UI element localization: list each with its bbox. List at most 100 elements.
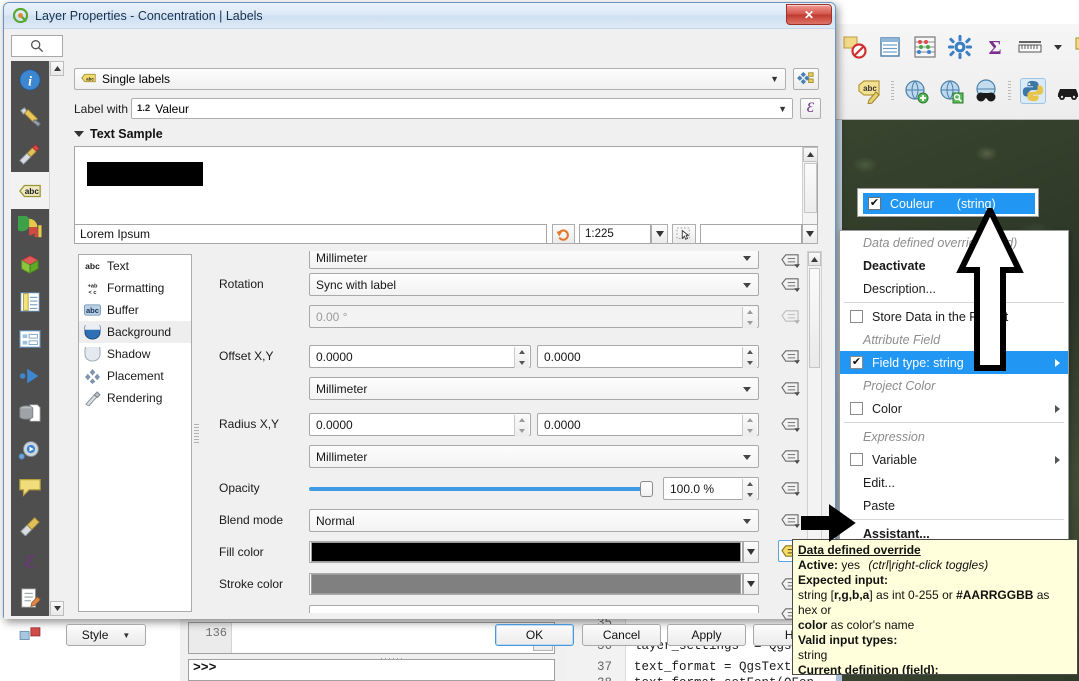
text-sample-header[interactable]: Text Sample	[74, 127, 163, 141]
menu-item-deactivate[interactable]: Deactivate	[840, 254, 1068, 277]
radius-x-spinbox[interactable]: 0.0000	[309, 413, 531, 436]
labeling-mode-combo[interactable]: abc Single labels ▼	[74, 68, 786, 90]
ok-button[interactable]: OK	[495, 624, 574, 646]
menu-item-field-type-string[interactable]: ✔ Field type: string	[840, 351, 1068, 374]
rail-item-fields[interactable]	[11, 283, 49, 320]
category-item-rendering[interactable]: Rendering	[79, 387, 191, 409]
rail-item-display[interactable]	[11, 468, 49, 505]
rail-item-joins[interactable]	[11, 357, 49, 394]
reset-sample-button[interactable]	[552, 224, 575, 244]
scale-dropdown-button[interactable]	[651, 224, 669, 244]
rail-item-3d-view[interactable]	[11, 246, 49, 283]
rail-item-attributes-form[interactable]	[11, 320, 49, 357]
fill-color-dropdown[interactable]	[743, 541, 759, 563]
panel-splitter[interactable]	[194, 424, 199, 444]
rail-item-variables[interactable]: Ɛ	[11, 542, 49, 579]
rail-item-symbology[interactable]	[11, 135, 49, 172]
radius-y-stepper[interactable]	[742, 415, 757, 436]
checkbox-icon[interactable]	[850, 310, 863, 323]
ddo-rotation-angle-button[interactable]	[778, 305, 802, 327]
ddo-blend-mode-button[interactable]	[778, 509, 802, 531]
form-scroll-up-button[interactable]	[808, 252, 821, 266]
automated-placement-button[interactable]	[793, 68, 819, 90]
offset-y-stepper[interactable]	[742, 347, 757, 368]
sample-scroll-up-button[interactable]	[803, 147, 818, 162]
ddo-size-unit-button[interactable]	[778, 249, 802, 271]
ddo-offset-unit-button[interactable]	[778, 377, 802, 399]
map-tip-icon[interactable]	[1073, 34, 1079, 60]
rail-item-auxiliary-storage[interactable]	[11, 394, 49, 431]
blend-mode-combo[interactable]: Normal	[309, 509, 759, 532]
category-item-background[interactable]: Background	[79, 321, 191, 343]
globe-binoculars-icon[interactable]	[973, 78, 999, 104]
menu-item-store-data-in-project[interactable]: Store Data in the Project	[840, 305, 1068, 328]
category-item-buffer[interactable]: abc Buffer	[79, 299, 191, 321]
radius-x-stepper[interactable]	[514, 415, 529, 436]
pick-scale-from-map-button[interactable]	[672, 224, 696, 244]
sample-scale-value[interactable]: 1:225	[579, 224, 651, 244]
ddo-radius-button[interactable]	[778, 413, 802, 435]
globe-add-icon[interactable]	[903, 78, 929, 104]
sample-extra-dropdown[interactable]	[801, 224, 819, 244]
stroke-width-spinbox[interactable]	[309, 605, 759, 613]
globe-search-icon[interactable]	[938, 78, 964, 104]
menu-item-edit[interactable]: Edit...	[840, 471, 1068, 494]
rail-item-rendering[interactable]	[11, 505, 49, 542]
ddo-radius-unit-button[interactable]	[778, 445, 802, 467]
sample-scroll-thumb[interactable]	[804, 163, 817, 213]
opacity-slider[interactable]	[309, 477, 653, 500]
rail-item-information[interactable]: i	[11, 61, 49, 98]
apply-button[interactable]: Apply	[667, 624, 746, 646]
menu-item-color[interactable]: Color	[840, 397, 1068, 420]
category-item-shadow[interactable]: Shadow	[79, 343, 191, 365]
menu-item-variable[interactable]: Variable	[840, 448, 1068, 471]
checkbox-icon[interactable]	[850, 402, 863, 415]
checkbox-checked-icon[interactable]: ✔	[850, 356, 863, 369]
field-submenu-item-couleur[interactable]: ✔ Couleur (string)	[863, 193, 1035, 214]
search-input[interactable]	[11, 35, 63, 57]
expression-builder-button[interactable]: Ɛ	[800, 98, 821, 119]
menu-item-paste[interactable]: Paste	[840, 494, 1068, 517]
rail-scroll-up-button[interactable]	[50, 61, 64, 76]
ddo-rotation-button[interactable]	[778, 273, 802, 295]
car-icon[interactable]	[1055, 78, 1079, 104]
attribute-table-icon[interactable]	[877, 34, 903, 60]
abacus-statistics-icon[interactable]	[912, 34, 938, 60]
python-console-input[interactable]	[188, 659, 555, 681]
radius-unit-combo[interactable]: Millimeter	[309, 445, 759, 468]
rail-item-dependencies[interactable]	[11, 616, 49, 653]
rail-item-metadata[interactable]	[11, 579, 49, 616]
category-item-placement[interactable]: Placement	[79, 365, 191, 387]
rail-scrollbar[interactable]	[49, 61, 64, 616]
label-category-list[interactable]: abc Text +ab < c Formatting abc Buffer B…	[78, 254, 192, 612]
sample-text-input[interactable]: Lorem Ipsum	[74, 224, 548, 244]
stroke-color-button[interactable]	[309, 573, 743, 595]
measure-dropdown-icon[interactable]	[1052, 34, 1064, 60]
opacity-stepper[interactable]	[742, 479, 757, 500]
offset-unit-combo[interactable]: Millimeter	[309, 377, 759, 400]
checkbox-checked-icon[interactable]: ✔	[868, 197, 881, 210]
form-scroll-thumb[interactable]	[809, 268, 820, 368]
offset-y-spinbox[interactable]: 0.0000	[537, 345, 759, 368]
label-edit-icon[interactable]: abc	[856, 78, 882, 105]
rotation-angle-stepper[interactable]	[742, 307, 757, 328]
menu-item-description[interactable]: Description...	[840, 277, 1068, 300]
opacity-spinbox[interactable]: 100.0 %	[663, 477, 759, 500]
close-icon[interactable]: ✕	[786, 4, 832, 25]
sigma-summary-icon[interactable]: Σ	[982, 34, 1008, 60]
ddo-opacity-button[interactable]	[778, 477, 802, 499]
offset-x-spinbox[interactable]: 0.0000	[309, 345, 531, 368]
rail-item-source[interactable]	[11, 98, 49, 135]
sample-extra-input[interactable]	[699, 224, 802, 244]
radius-y-spinbox[interactable]: 0.0000	[537, 413, 759, 436]
offset-x-stepper[interactable]	[514, 347, 529, 368]
rail-item-labels[interactable]: abc	[11, 172, 49, 209]
style-button[interactable]: Style ▼	[66, 624, 146, 646]
label-with-field-combo[interactable]: 1.2 Valeur ▼	[131, 98, 793, 119]
cancel-button[interactable]: Cancel	[582, 624, 661, 646]
settings-gear-icon[interactable]	[947, 34, 973, 60]
stroke-color-dropdown[interactable]	[743, 573, 759, 595]
category-item-formatting[interactable]: +ab < c Formatting	[79, 277, 191, 299]
category-item-text[interactable]: abc Text	[79, 255, 191, 277]
rail-scroll-down-button[interactable]	[50, 601, 64, 616]
